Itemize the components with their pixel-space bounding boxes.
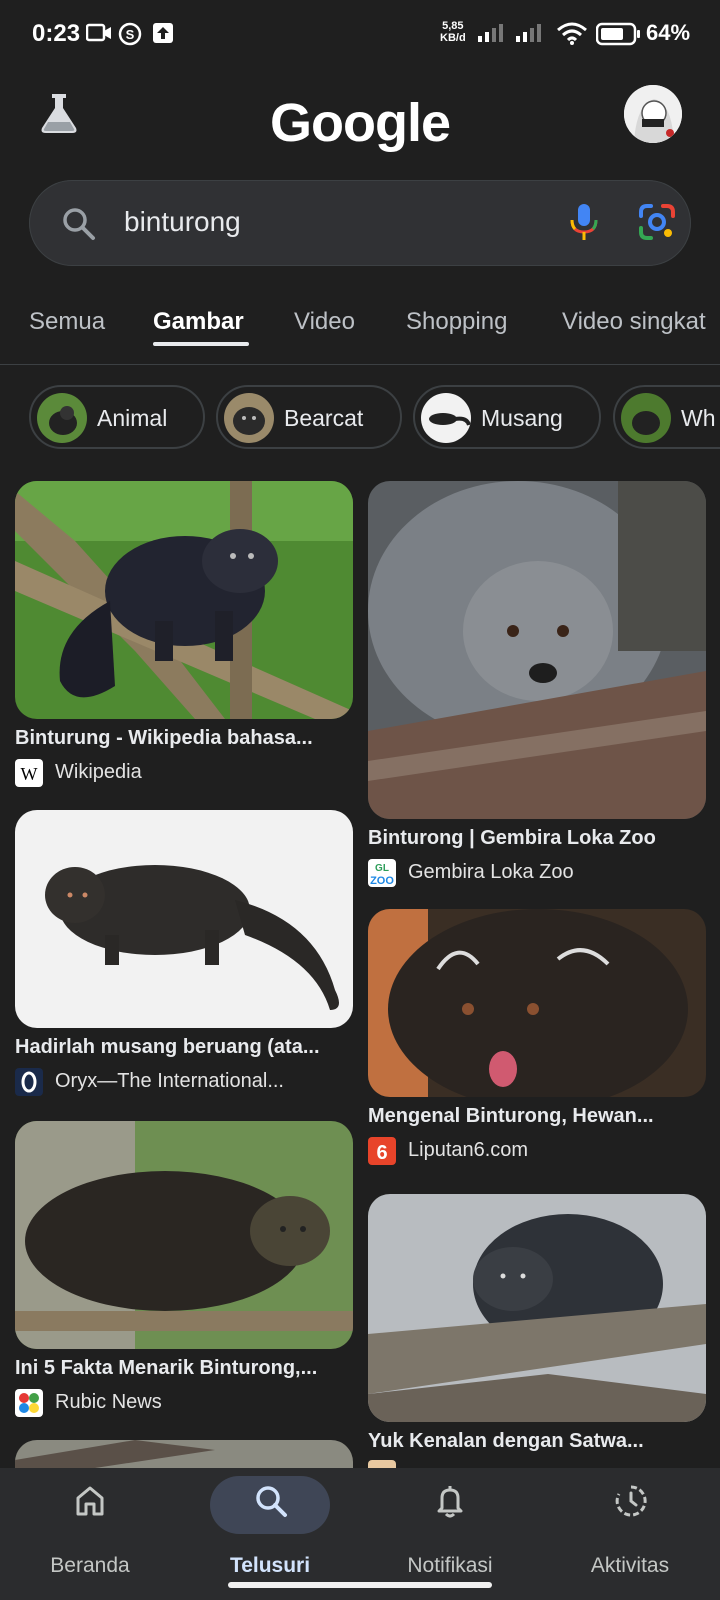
chip-thumbnail [37,393,87,443]
svg-text:W: W [21,764,38,784]
chip-bearcat[interactable]: Bearcat [216,385,402,449]
chip-thumbnail [421,393,471,443]
lens-icon[interactable] [637,202,677,242]
wikipedia-icon: W [15,759,43,787]
svg-text:GL: GL [375,863,389,874]
bell-icon [437,1486,463,1518]
search-bar[interactable]: binturong [29,180,691,266]
home-icon [76,1486,104,1516]
result-title[interactable]: Yuk Kenalan dengan Satwa... [368,1430,706,1453]
result-image[interactable] [15,1440,353,1468]
battery-percent: 64% [646,20,691,45]
bottom-nav: Beranda Telusuri Notifikasi Aktivitas [0,1468,720,1600]
gesture-bar[interactable] [228,1582,492,1588]
search-icon [63,208,95,240]
nav-beranda[interactable]: Beranda [0,1468,180,1600]
image-result[interactable]: Binturong | Gembira Loka Zoo GL ZOO Gembi… [368,481,706,887]
search-input[interactable]: binturong [124,206,241,238]
image-result[interactable]: Ini 5 Fakta Menarik Binturong,... Rubic … [15,1121,353,1421]
svg-text:6: 6 [376,1142,387,1164]
chip-musang[interactable]: Musang [413,385,601,449]
s-circle-icon: S [118,22,142,46]
wifi-icon [557,22,587,45]
gembira-loka-zoo-icon: GL ZOO [368,859,396,887]
chip-thumbnail [224,393,274,443]
result-image[interactable] [15,1121,353,1349]
status-time: 0:23 [32,20,81,47]
source-icon [368,1460,396,1468]
video-camera-icon [86,23,111,42]
filter-chips: Animal Bearcat Musang Wh [0,385,720,453]
tab-video-singkat[interactable]: Video singkat [562,308,706,336]
history-icon [615,1485,647,1517]
svg-text:S: S [126,27,135,42]
signal-icon [478,24,503,42]
chip-wh[interactable]: Wh [613,385,720,449]
result-source: Wikipedia [55,761,142,783]
signal-icon-2 [516,24,541,42]
nav-telusuri[interactable]: Telusuri [180,1468,360,1600]
tab-shopping[interactable]: Shopping [406,308,507,336]
result-source: Oryx—The International... [55,1070,284,1092]
rubic-news-icon [15,1389,43,1417]
image-result[interactable]: Yuk Kenalan dengan Satwa... [368,1194,706,1468]
result-title[interactable]: Binturung - Wikipedia bahasa... [15,727,353,750]
image-result[interactable] [15,1440,353,1468]
tab-semua[interactable]: Semua [29,308,105,336]
nav-notifikasi[interactable]: Notifikasi [360,1468,540,1600]
result-image[interactable] [368,909,706,1097]
liputan6-icon: 6 [368,1137,396,1165]
result-source: Liputan6.com [408,1139,529,1161]
result-image[interactable] [15,810,353,1028]
image-result[interactable]: Binturung - Wikipedia bahasa... W Wikipe… [15,481,353,791]
oryx-icon [15,1068,43,1096]
result-title[interactable]: Hadirlah musang beruang (ata... [15,1036,353,1059]
net-speed: 5,85 KB/d [440,20,466,44]
result-image[interactable] [368,481,706,819]
tab-gambar[interactable]: Gambar [153,308,244,336]
result-title[interactable]: Binturong | Gembira Loka Zoo [368,827,706,850]
result-title[interactable]: Mengenal Binturong, Hewan... [368,1105,706,1128]
result-title[interactable]: Ini 5 Fakta Menarik Binturong,... [15,1357,353,1380]
upload-icon [153,23,173,43]
tab-video[interactable]: Video [294,308,355,336]
result-image[interactable] [368,1194,706,1422]
tab-active-indicator [153,342,249,346]
result-image[interactable] [15,481,353,719]
result-source: Gembira Loka Zoo [408,861,574,883]
avatar[interactable] [624,85,682,143]
search-icon [256,1486,287,1517]
svg-text:ZOO: ZOO [370,875,394,887]
tab-bar: Semua Gambar Video Shopping Video singka… [0,290,720,365]
result-source: Rubic News [55,1391,162,1413]
nav-aktivitas[interactable]: Aktivitas [540,1468,720,1600]
status-bar: 0:23 S 5,85 KB/d 64% [0,0,720,70]
chip-animal[interactable]: Animal [29,385,205,449]
image-result[interactable]: Hadirlah musang beruang (ata... Oryx—The… [15,810,353,1100]
google-logo: Google [270,93,451,153]
chip-thumbnail [621,393,671,443]
image-result[interactable]: Mengenal Binturong, Hewan... 6 Liputan6.… [368,909,706,1169]
battery-icon [596,22,640,46]
mic-icon[interactable] [569,202,599,242]
